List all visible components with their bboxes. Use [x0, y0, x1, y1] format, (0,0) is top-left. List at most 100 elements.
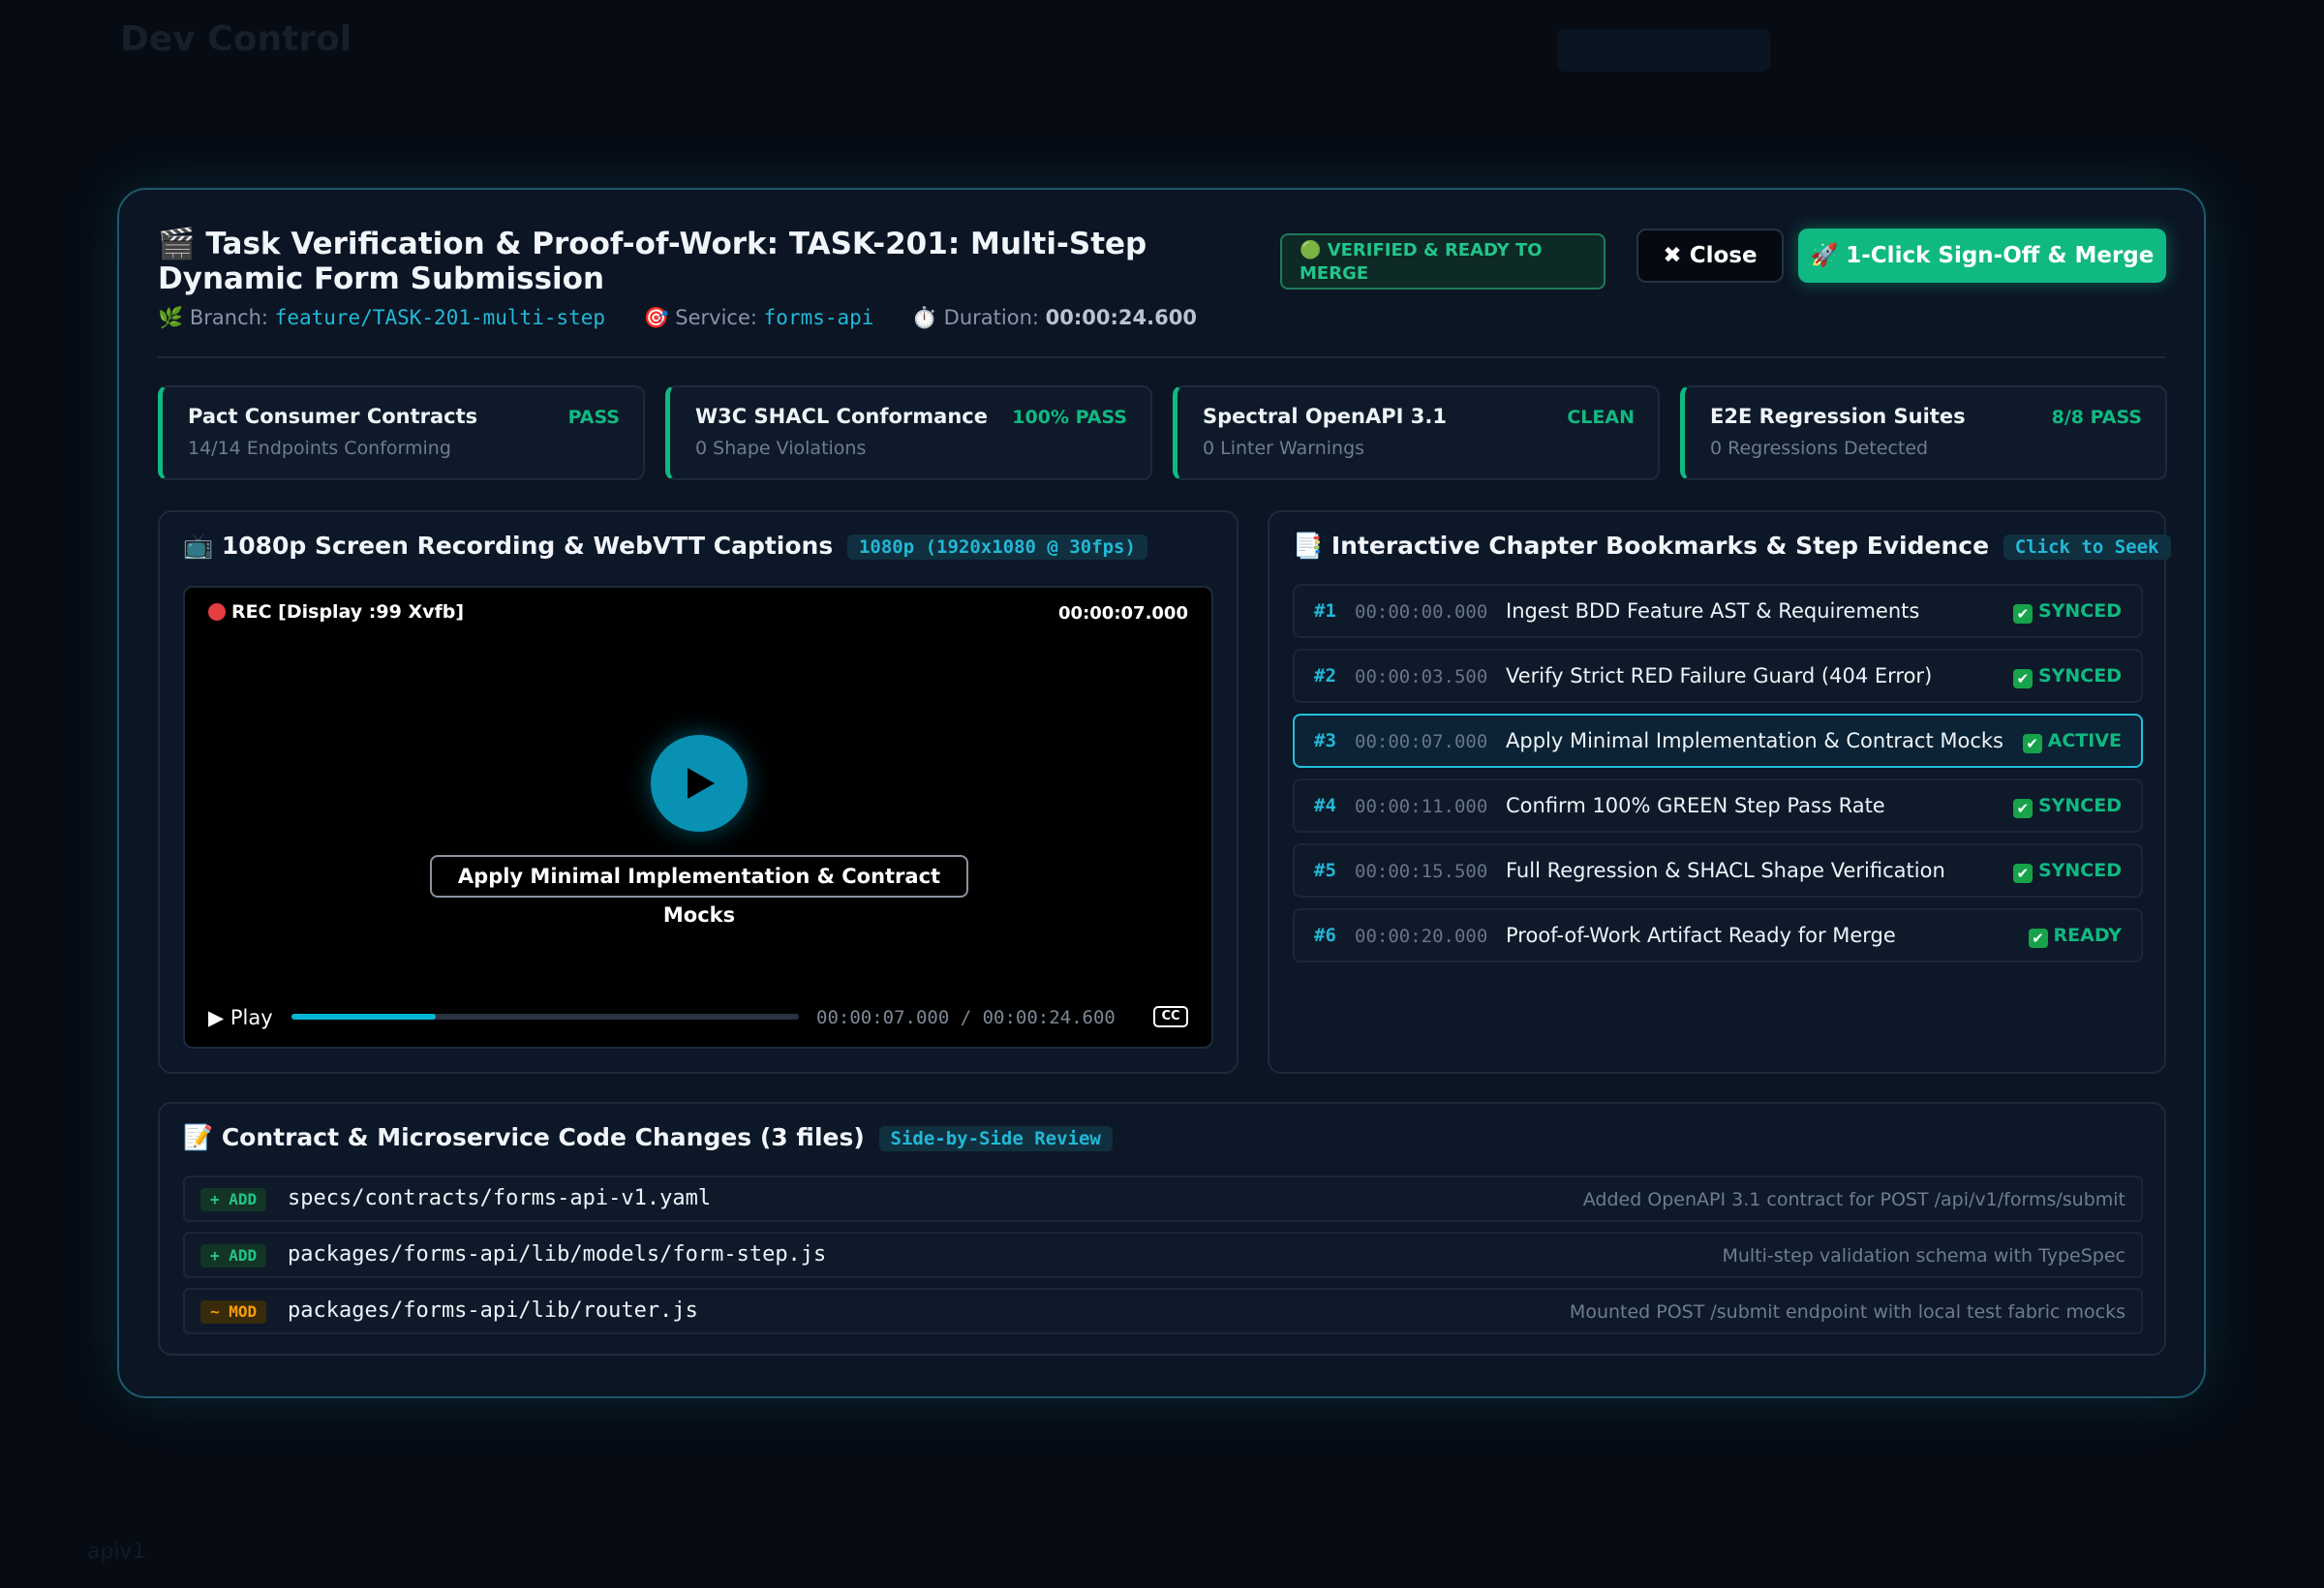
code-changes-title-text: 📝 Contract & Microservice Code Changes (… — [183, 1123, 865, 1151]
file-row-3[interactable]: ~ MOD packages/forms-api/lib/router.js M… — [183, 1288, 2143, 1334]
stat-value: PASS — [567, 407, 620, 428]
chapter-item-2[interactable]: #2 00:00:03.500 Verify Strict RED Failur… — [1293, 649, 2143, 703]
chapter-status: ✔ SYNCED — [2012, 860, 2122, 883]
chapter-status: ✔ SYNCED — [2012, 795, 2122, 818]
task-meta: 🌿 Branch: feature/TASK-201-multi-step 🎯 … — [158, 306, 1197, 330]
chapters-title-text: 📑 Interactive Chapter Bookmarks & Step E… — [1293, 532, 1990, 560]
chapter-label: Ingest BDD Feature AST & Requirements — [1506, 599, 1920, 623]
chapter-number: #1 — [1314, 600, 1336, 622]
chapter-number: #3 — [1314, 730, 1336, 751]
check-icon: ✔ — [2012, 669, 2033, 688]
video-panel-title: 📺 1080p Screen Recording & WebVTT Captio… — [183, 532, 1147, 561]
stopwatch-icon: ⏱️ — [911, 306, 937, 329]
check-icon: ✔ — [2012, 604, 2033, 624]
chapter-item-6[interactable]: #6 00:00:20.000 Proof-of-Work Artifact R… — [1293, 908, 2143, 962]
check-icon: ✔ — [2028, 929, 2048, 948]
review-tag: Side-by-Side Review — [878, 1126, 1113, 1151]
branch-label: Branch: — [189, 306, 268, 329]
seek-bar-fill — [291, 1014, 437, 1020]
status-text: VERIFIED & READY TO MERGE — [1300, 240, 1543, 284]
stat-card-pact: Pact Consumer Contracts 14/14 Endpoints … — [158, 385, 645, 480]
status-badge: 🟢 VERIFIED & READY TO MERGE — [1280, 233, 1605, 290]
stat-label: W3C SHACL Conformance — [695, 405, 988, 428]
stat-subtext: 0 Linter Warnings — [1203, 438, 1365, 459]
check-icon: ✔ — [2022, 734, 2042, 753]
file-description: Mounted POST /submit endpoint with local… — [1569, 1301, 2125, 1323]
recording-indicator: REC [Display :99 Xvfb] — [208, 601, 464, 623]
green-circle-icon: 🟢 — [1300, 240, 1322, 260]
background-footer-text: apiv1 — [87, 1540, 146, 1564]
header-divider — [158, 356, 2166, 358]
file-path: packages/forms-api/lib/models/form-step.… — [288, 1242, 827, 1267]
chapter-status: ✔ SYNCED — [2012, 665, 2122, 688]
play-icon[interactable] — [651, 735, 748, 832]
file-row-1[interactable]: + ADD specs/contracts/forms-api-v1.yaml … — [183, 1176, 2143, 1222]
verification-modal: 🎬 Task Verification & Proof-of-Work: TAS… — [117, 188, 2206, 1398]
duration-value: 00:00:24.600 — [1045, 306, 1197, 329]
video-player[interactable]: REC [Display :99 Xvfb] 00:00:07.000 Appl… — [183, 586, 1213, 1049]
video-timestamp: 00:00:07.000 — [1058, 603, 1188, 624]
seek-tag: Click to Seek — [2003, 534, 2171, 560]
chapter-time: 00:00:15.500 — [1355, 861, 1488, 882]
background-button — [1557, 29, 1770, 72]
stat-value: 8/8 PASS — [2051, 407, 2142, 428]
file-change-badge: + ADD — [200, 1244, 267, 1267]
chapter-label: Apply Minimal Implementation & Contract … — [1506, 729, 2003, 752]
record-dot-icon — [208, 603, 226, 621]
chapter-item-5[interactable]: #5 00:00:15.500 Full Regression & SHACL … — [1293, 843, 2143, 898]
file-path: specs/contracts/forms-api-v1.yaml — [288, 1186, 712, 1210]
stat-value: CLEAN — [1567, 407, 1635, 428]
check-icon: ✔ — [2012, 799, 2033, 818]
chapter-time: 00:00:00.000 — [1355, 601, 1488, 623]
chapter-number: #6 — [1314, 925, 1336, 946]
check-icon: ✔ — [2012, 864, 2033, 883]
stat-subtext: 0 Shape Violations — [695, 438, 867, 459]
service-name: forms-api — [763, 306, 874, 329]
sign-off-merge-button[interactable]: 🚀 1-Click Sign-Off & Merge — [1798, 229, 2166, 283]
closed-captions-button[interactable]: CC — [1153, 1006, 1188, 1027]
chapters-panel-title: 📑 Interactive Chapter Bookmarks & Step E… — [1293, 532, 2171, 561]
stat-card-shacl: W3C SHACL Conformance 0 Shape Violations… — [665, 385, 1152, 480]
seek-bar[interactable] — [291, 1014, 799, 1020]
chapter-time: 00:00:03.500 — [1355, 666, 1488, 687]
chapter-item-3[interactable]: #3 00:00:07.000 Apply Minimal Implementa… — [1293, 714, 2143, 768]
chapter-status: ✔ ACTIVE — [2022, 730, 2122, 753]
stat-label: E2E Regression Suites — [1710, 405, 1966, 428]
chapter-status: ✔ SYNCED — [2012, 600, 2122, 624]
stat-subtext: 0 Regressions Detected — [1710, 438, 1929, 459]
chapter-number: #4 — [1314, 795, 1336, 816]
chapter-number: #2 — [1314, 665, 1336, 687]
video-panel: 📺 1080p Screen Recording & WebVTT Captio… — [158, 510, 1238, 1074]
resolution-tag: 1080p (1920x1080 @ 30fps) — [846, 534, 1147, 560]
file-row-2[interactable]: + ADD packages/forms-api/lib/models/form… — [183, 1232, 2143, 1278]
stat-label: Spectral OpenAPI 3.1 — [1203, 405, 1447, 428]
stat-card-spectral: Spectral OpenAPI 3.1 0 Linter Warnings C… — [1173, 385, 1660, 480]
rec-label: REC [Display :99 Xvfb] — [231, 601, 465, 623]
chapters-panel: 📑 Interactive Chapter Bookmarks & Step E… — [1268, 510, 2171, 1074]
code-changes-panel: 📝 Contract & Microservice Code Changes (… — [158, 1102, 2166, 1356]
chapter-label: Full Regression & SHACL Shape Verificati… — [1506, 859, 1945, 882]
time-display: 00:00:07.000 / 00:00:24.600 — [816, 1007, 1116, 1028]
chapter-label: Proof-of-Work Artifact Ready for Merge — [1506, 924, 1896, 947]
background-app-title: Dev Control — [120, 19, 352, 59]
modal-title: 🎬 Task Verification & Proof-of-Work: TAS… — [158, 227, 1147, 296]
chapter-number: #5 — [1314, 860, 1336, 881]
stat-card-e2e: E2E Regression Suites 0 Regressions Dete… — [1680, 385, 2167, 480]
service-label: Service: — [675, 306, 757, 329]
chapter-time: 00:00:11.000 — [1355, 796, 1488, 817]
target-icon: 🎯 — [643, 306, 669, 329]
code-changes-title: 📝 Contract & Microservice Code Changes (… — [183, 1123, 1113, 1152]
close-button[interactable]: ✖ Close — [1636, 229, 1784, 283]
file-change-badge: ~ MOD — [200, 1300, 267, 1324]
file-path: packages/forms-api/lib/router.js — [288, 1298, 698, 1323]
stat-label: Pact Consumer Contracts — [188, 405, 478, 428]
branch-name: feature/TASK-201-multi-step — [274, 306, 606, 329]
chapter-label: Confirm 100% GREEN Step Pass Rate — [1506, 794, 1885, 817]
chapter-item-4[interactable]: #4 00:00:11.000 Confirm 100% GREEN Step … — [1293, 779, 2143, 833]
play-button[interactable]: ▶ Play — [208, 1006, 273, 1029]
webvtt-caption: Apply Minimal Implementation & Contract … — [430, 855, 968, 927]
chapter-item-1[interactable]: #1 00:00:00.000 Ingest BDD Feature AST &… — [1293, 584, 2143, 638]
file-change-badge: + ADD — [200, 1188, 267, 1211]
branch-icon: 🌿 — [158, 306, 184, 329]
chapter-status: ✔ READY — [2028, 925, 2122, 948]
